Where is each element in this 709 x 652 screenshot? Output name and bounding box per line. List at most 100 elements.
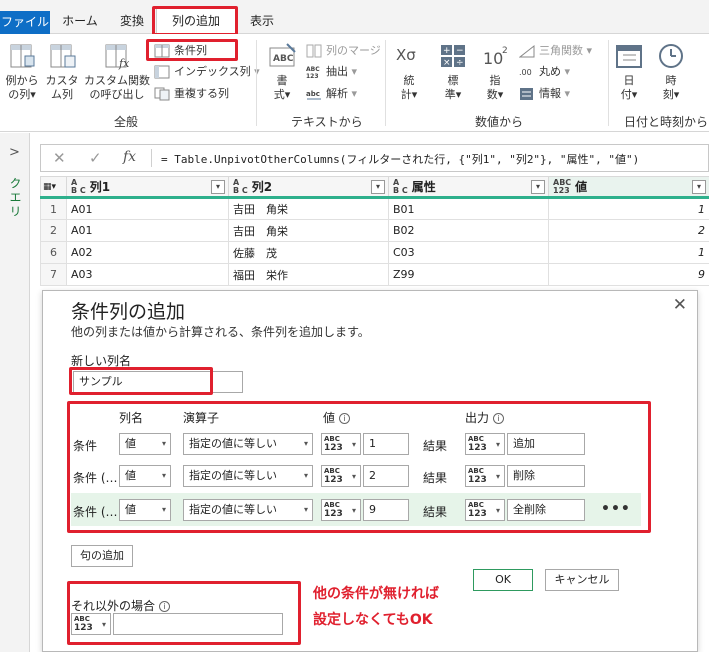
text-type-icon[interactable]: AB C <box>71 179 86 195</box>
info-icon[interactable]: i <box>339 413 351 424</box>
fx-icon[interactable]: fx <box>123 149 136 165</box>
duplicate-column-button[interactable]: 重複する列 <box>154 85 229 103</box>
expand-chevron-icon[interactable]: > <box>9 145 20 160</box>
column-header-4[interactable]: ABC 123 値 ▾ <box>548 176 709 199</box>
table-corner[interactable]: ▦▾ <box>40 176 67 199</box>
group-label-datetime: 日付と時刻から <box>624 115 709 129</box>
else-label: それ以外の場合 i <box>71 597 171 614</box>
trigonometry-button[interactable]: 三角関数 ▾ <box>519 42 592 60</box>
date-button[interactable]: 日 付▾ <box>612 42 646 102</box>
column-name: 列1 <box>89 179 111 194</box>
output-type-button[interactable]: ABC 123 ▾ <box>465 499 505 521</box>
tab-transform[interactable]: 変換 <box>112 9 152 34</box>
info-icon[interactable]: i <box>493 413 505 424</box>
filter-dropdown-icon[interactable]: ▾ <box>692 180 706 194</box>
value-type-button[interactable]: ABC 123 ▾ <box>321 465 361 487</box>
table-cell[interactable]: 佐藤 茂 <box>228 241 389 264</box>
parse-button[interactable]: abc 解析 ▾ <box>306 85 357 103</box>
tab-view[interactable]: 表示 <box>244 9 280 34</box>
column-from-examples-button[interactable]: 例から の列▾ <box>4 42 40 102</box>
tab-add-column[interactable]: 列の追加 <box>156 8 236 35</box>
queries-pane[interactable]: > クエリ <box>0 133 30 652</box>
formula-text[interactable]: = Table.UnpivotOtherColumns(フィルターされた行, {… <box>161 151 639 167</box>
rounding-button[interactable]: .00 丸め ▾ <box>519 63 570 81</box>
text-type-icon[interactable]: AB C <box>393 179 408 195</box>
table-cell[interactable]: 9 <box>548 263 709 286</box>
table-cell[interactable]: 吉田 角栄 <box>228 219 389 242</box>
close-icon[interactable]: ✕ <box>673 295 687 315</box>
table-cell[interactable]: 吉田 角栄 <box>228 197 389 220</box>
info-icon[interactable]: i <box>159 601 171 612</box>
table-row[interactable]: 6 A02 佐藤 茂 C03 1 <box>40 241 709 264</box>
table-cell[interactable]: C03 <box>388 241 549 264</box>
ribbon-body: 例から の列▾ カスタ ム列 fx カスタム関数 の呼び出し 条件列 インデック… <box>0 34 709 132</box>
tab-file[interactable]: ファイル <box>0 11 50 34</box>
column-header-1[interactable]: AB C 列1 ▾ <box>66 176 229 199</box>
invoke-custom-function-button[interactable]: fx カスタム関数 の呼び出し <box>84 42 150 102</box>
column-from-examples-label-1: 例から <box>5 74 39 87</box>
new-column-name-input-ext[interactable] <box>215 371 243 393</box>
cancel-button[interactable]: キャンセル <box>545 569 619 591</box>
ok-button[interactable]: OK <box>473 569 533 591</box>
table-cell[interactable]: A02 <box>66 241 229 264</box>
else-value-input[interactable] <box>113 613 283 635</box>
table-cell[interactable]: B02 <box>388 219 549 242</box>
table-row[interactable]: 2 A01 吉田 角栄 B02 2 <box>40 219 709 242</box>
value-type-button[interactable]: ABC 123 ▾ <box>321 499 361 521</box>
add-clause-button[interactable]: 句の追加 <box>71 545 133 567</box>
add-conditional-column-dialog: 条件列の追加 ✕ 他の列または値から計算される、条件列を追加します。 新しい列名… <box>42 290 698 652</box>
table-cell[interactable]: 2 <box>548 219 709 242</box>
else-type-button[interactable]: ABC 123 ▾ <box>71 613 111 635</box>
table-cell[interactable]: 福田 栄作 <box>228 263 389 286</box>
scientific-button[interactable]: 10 2 指 数▾ <box>478 42 512 102</box>
table-cell[interactable]: B01 <box>388 197 549 220</box>
table-cell[interactable]: A03 <box>66 263 229 286</box>
custom-column-button[interactable]: カスタ ム列 <box>44 42 80 102</box>
table-cell[interactable]: A01 <box>66 219 229 242</box>
clause-column-select[interactable]: 値 ▾ <box>119 465 171 487</box>
index-column-button[interactable]: インデックス列 ▾ <box>154 63 260 81</box>
information-button[interactable]: 情報 ▾ <box>519 85 570 103</box>
tab-home[interactable]: ホーム <box>58 9 102 34</box>
clause-column-select[interactable]: 値 ▾ <box>119 499 171 521</box>
any-type-icon[interactable]: ABC 123 <box>553 179 571 195</box>
output-type-button[interactable]: ABC 123 ▾ <box>465 433 505 455</box>
merge-columns-button[interactable]: 列のマージ <box>306 42 381 60</box>
format-button[interactable]: ABC 書 式▾ <box>262 42 302 102</box>
formula-divider <box>151 149 152 167</box>
clause-more-options-icon[interactable]: ••• <box>601 501 631 517</box>
clause-value-input[interactable]: 9 <box>363 499 409 521</box>
row-index: 1 <box>40 197 67 220</box>
clause-operator-select[interactable]: 指定の値に等しい ▾ <box>183 499 313 521</box>
statistics-button[interactable]: Χσ 統 計▾ <box>392 42 426 102</box>
clause-operator-select[interactable]: 指定の値に等しい ▾ <box>183 465 313 487</box>
column-header-2[interactable]: AB C 列2 ▾ <box>228 176 389 199</box>
extract-button[interactable]: ABC 123 抽出 ▾ <box>306 63 357 81</box>
filter-dropdown-icon[interactable]: ▾ <box>211 180 225 194</box>
column-header-3[interactable]: AB C 属性 ▾ <box>388 176 549 199</box>
conditional-column-button[interactable]: 条件列 <box>154 42 207 60</box>
table-row[interactable]: 1 A01 吉田 角栄 B01 1 <box>40 197 709 220</box>
output-type-button[interactable]: ABC 123 ▾ <box>465 465 505 487</box>
table-row[interactable]: 7 A03 福田 栄作 Z99 9 <box>40 263 709 286</box>
table-cell[interactable]: Z99 <box>388 263 549 286</box>
table-cell[interactable]: 1 <box>548 197 709 220</box>
clause-value-input[interactable]: 2 <box>363 465 409 487</box>
standard-button[interactable]: + − × ÷ 標 準▾ <box>436 42 470 102</box>
filter-dropdown-icon[interactable]: ▾ <box>531 180 545 194</box>
text-type-icon[interactable]: AB C <box>233 179 248 195</box>
clause-output-input[interactable]: 削除 <box>507 465 585 487</box>
filter-dropdown-icon[interactable]: ▾ <box>371 180 385 194</box>
time-button[interactable]: 時 刻▾ <box>654 42 688 102</box>
table-cell[interactable]: 1 <box>548 241 709 264</box>
clause-column-select[interactable]: 値 ▾ <box>119 433 171 455</box>
table-cell[interactable]: A01 <box>66 197 229 220</box>
cancel-edit-icon[interactable]: ✕ <box>53 149 66 167</box>
clause-output-input[interactable]: 全削除 <box>507 499 585 521</box>
clause-operator-select[interactable]: 指定の値に等しい ▾ <box>183 433 313 455</box>
confirm-edit-icon[interactable]: ✓ <box>89 149 102 167</box>
clause-value-input[interactable]: 1 <box>363 433 409 455</box>
value-type-button[interactable]: ABC 123 ▾ <box>321 433 361 455</box>
custom-column-icon <box>50 44 76 68</box>
clause-output-input[interactable]: 追加 <box>507 433 585 455</box>
